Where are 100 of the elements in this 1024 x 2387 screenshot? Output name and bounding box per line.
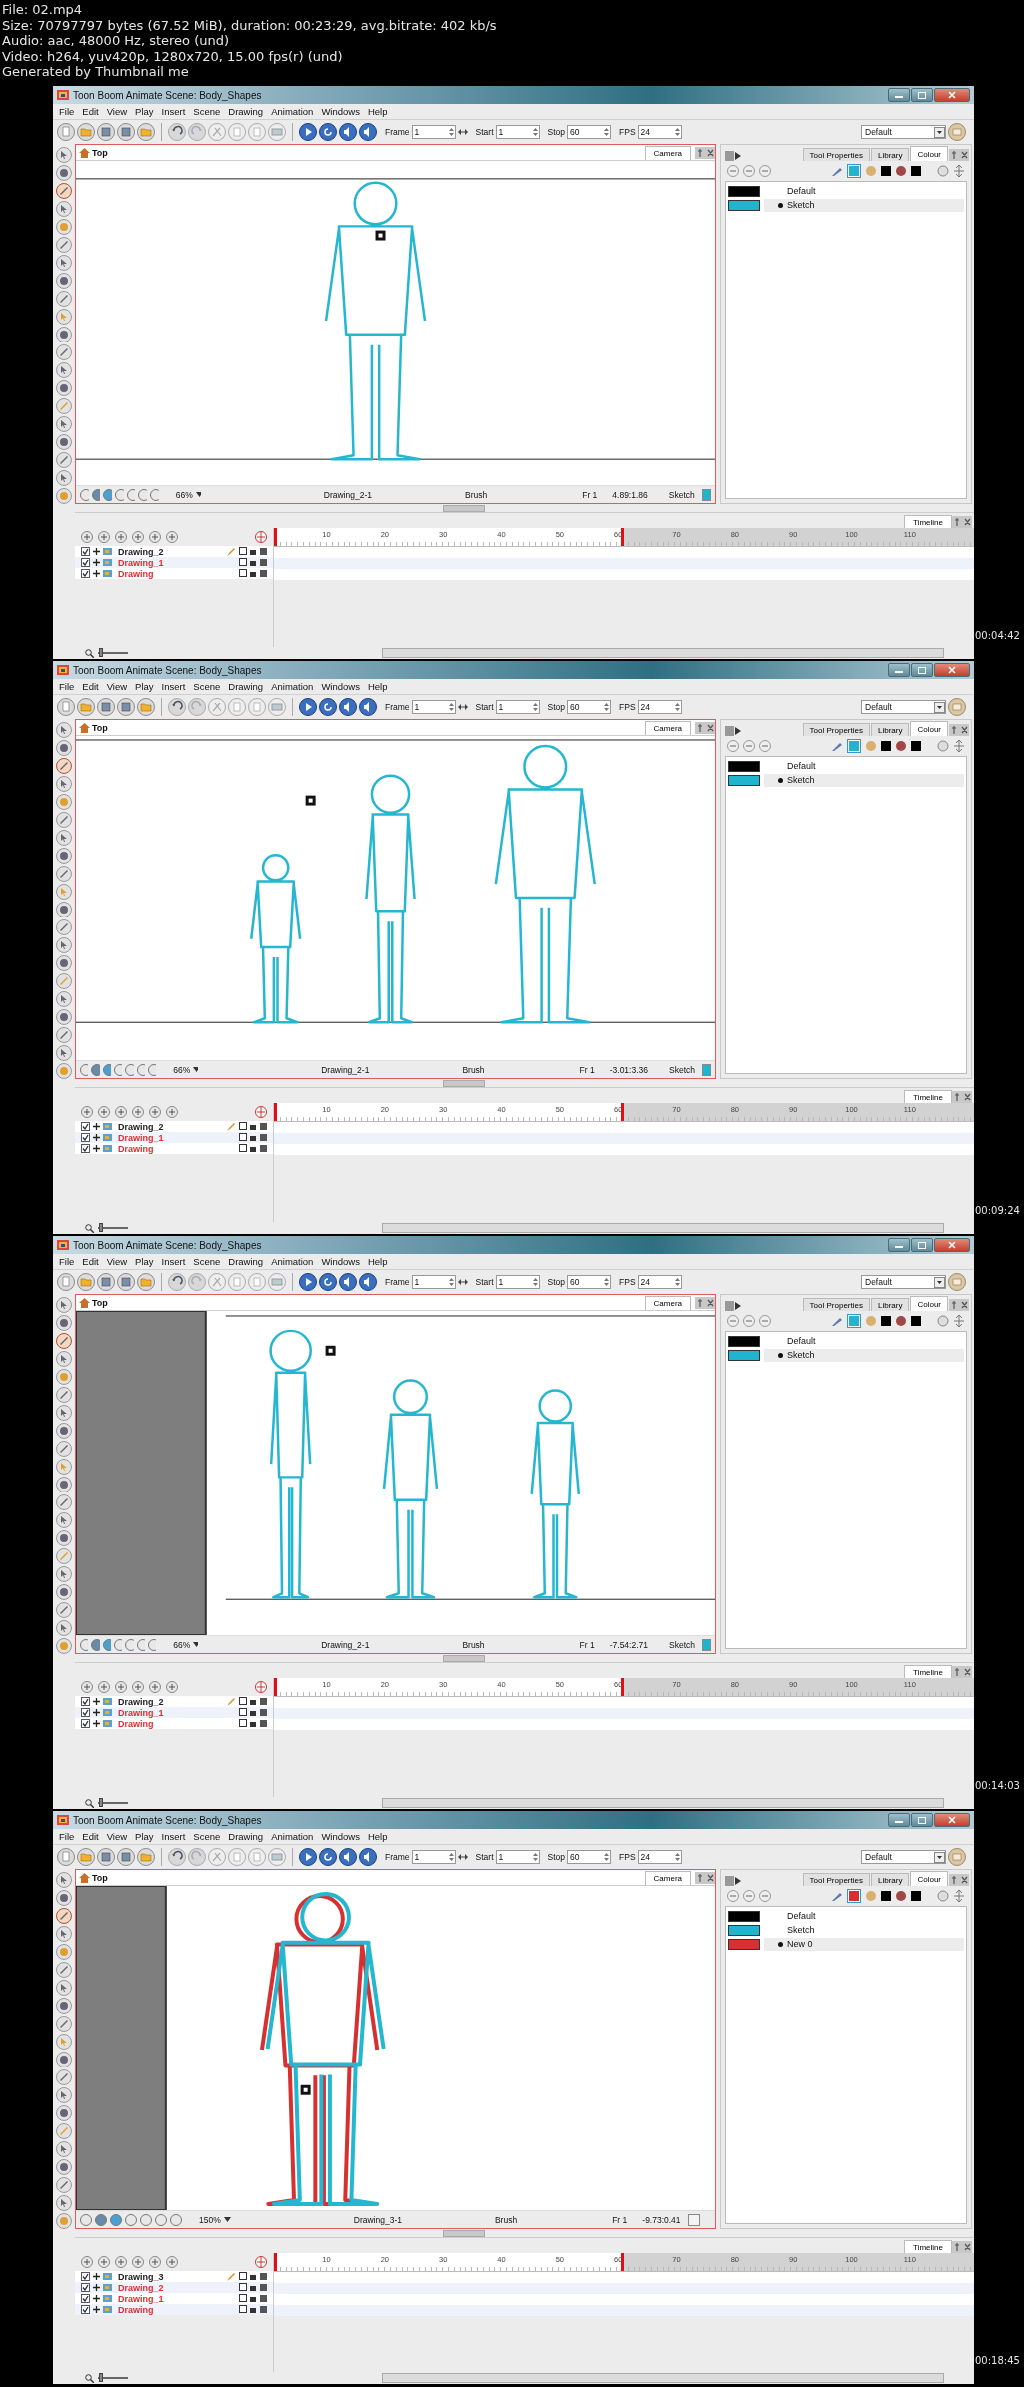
layer-tool-icon[interactable] — [98, 531, 110, 543]
tool-icon[interactable] — [56, 1925, 72, 1942]
home-icon[interactable] — [79, 147, 90, 158]
colour-swatch[interactable] — [728, 1335, 760, 1347]
stop-marker[interactable] — [621, 1103, 625, 1121]
spin-field[interactable]: 24 — [637, 1275, 682, 1289]
colour-swatch[interactable] — [728, 1938, 760, 1950]
spin-field[interactable]: 1 — [411, 125, 456, 139]
folder-icon[interactable] — [77, 123, 95, 141]
tool-icon[interactable] — [56, 1530, 72, 1547]
folder-icon[interactable] — [137, 698, 155, 716]
zoom-level[interactable]: 66% — [173, 1639, 191, 1650]
spinner-arrows-icon[interactable] — [673, 1851, 681, 1863]
speaker-icon[interactable] — [339, 698, 357, 716]
panel-menu-icon[interactable] — [725, 1301, 741, 1311]
layer-options-icon[interactable] — [239, 558, 267, 567]
layer-checkbox[interactable] — [81, 2305, 90, 2314]
colour-action-icon[interactable] — [759, 165, 771, 177]
tool-icon[interactable] — [56, 272, 72, 289]
tool-icon[interactable] — [56, 182, 72, 199]
palette-icon[interactable] — [895, 1315, 907, 1327]
maximize-button[interactable] — [911, 88, 933, 102]
scissors-icon[interactable] — [208, 698, 226, 716]
current-colour-icon[interactable] — [847, 1889, 861, 1903]
layer-checkbox[interactable] — [81, 1708, 90, 1717]
panel-tab[interactable]: Colour — [910, 146, 948, 161]
pin-close-icon[interactable] — [695, 1871, 715, 1884]
copy-icon[interactable] — [228, 1848, 246, 1866]
scroll-bar[interactable] — [382, 648, 944, 658]
scissors-icon[interactable] — [208, 1848, 226, 1866]
menu-item[interactable]: Windows — [317, 1256, 364, 1267]
tool-icon[interactable] — [56, 1889, 72, 1906]
spinner-arrows-icon[interactable] — [447, 1851, 455, 1863]
menu-item[interactable]: Insert — [157, 681, 190, 692]
panel-tab[interactable]: Colour — [910, 1871, 948, 1886]
scissors-icon[interactable] — [208, 1273, 226, 1291]
layer-options-icon[interactable] — [239, 2305, 267, 2314]
playhead-marker[interactable] — [274, 1678, 277, 1696]
tool-icon[interactable] — [56, 1297, 72, 1313]
colour-item[interactable]: New 0 — [764, 1937, 964, 1951]
view-tool-icon[interactable] — [147, 1638, 157, 1651]
play-icon[interactable] — [299, 698, 317, 716]
copy-icon[interactable] — [228, 698, 246, 716]
zoom-slider-thumb[interactable] — [99, 648, 103, 657]
settings-icon[interactable] — [937, 1315, 949, 1327]
tool-icon[interactable] — [56, 1027, 72, 1044]
spinner-arrows-icon[interactable] — [603, 1276, 610, 1288]
tool-icon[interactable] — [56, 1584, 72, 1601]
close-button[interactable] — [934, 88, 970, 102]
close-button[interactable] — [934, 1238, 970, 1252]
tool-icon[interactable] — [56, 2213, 72, 2230]
layer-tool-icon[interactable] — [81, 2256, 93, 2268]
colour-swatch[interactable] — [728, 774, 760, 786]
tool-icon[interactable] — [56, 1476, 72, 1493]
colour-swatch[interactable] — [728, 1349, 760, 1361]
panel-tab[interactable]: Library — [870, 148, 910, 161]
menu-item[interactable]: Animation — [267, 1256, 318, 1267]
colour-action-icon[interactable] — [743, 1315, 755, 1327]
tool-icon[interactable] — [56, 1548, 72, 1565]
spin-field[interactable]: 1 — [411, 700, 456, 714]
home-icon[interactable] — [79, 722, 90, 733]
tool-icon[interactable] — [56, 883, 72, 900]
timeline-tab[interactable]: Timeline — [904, 1090, 952, 1103]
tool-icon[interactable] — [56, 290, 72, 307]
home-icon[interactable] — [79, 1297, 90, 1308]
panel-tab[interactable]: Library — [870, 723, 910, 736]
tool-icon[interactable] — [56, 973, 72, 990]
layer-tool-icon[interactable] — [81, 531, 93, 543]
tool-icon[interactable] — [56, 1512, 72, 1529]
tool-icon[interactable] — [56, 200, 72, 217]
menu-item[interactable]: Help — [363, 1831, 392, 1842]
layer-options-icon[interactable] — [239, 1144, 267, 1153]
copy-icon[interactable] — [228, 1273, 246, 1291]
new-document-icon[interactable] — [57, 1848, 75, 1866]
layer-tool-icon[interactable] — [166, 1106, 178, 1118]
layer-tool-icon[interactable] — [166, 2256, 178, 2268]
maximize-button[interactable] — [911, 1238, 933, 1252]
workspace-dropdown[interactable]: Default — [861, 125, 946, 139]
menu-item[interactable]: Insert — [157, 106, 190, 117]
menu-item[interactable]: Play — [131, 1831, 158, 1842]
colour-action-icon[interactable] — [743, 740, 755, 752]
colour-item[interactable]: Sketch — [764, 773, 964, 787]
spin-field[interactable]: 24 — [637, 125, 682, 139]
view-tab[interactable]: Camera — [644, 1295, 691, 1310]
speaker-icon[interactable] — [339, 1848, 357, 1866]
layer-options-icon[interactable] — [239, 2283, 267, 2292]
tool-icon[interactable] — [56, 1872, 72, 1888]
tool-icon[interactable] — [56, 236, 72, 253]
tool-icon[interactable] — [56, 2105, 72, 2122]
colour-item[interactable]: Default — [764, 759, 964, 773]
breadcrumb[interactable]: Top — [92, 1297, 108, 1308]
copy-icon[interactable] — [228, 123, 246, 141]
view-tool-icon[interactable] — [114, 1063, 123, 1076]
save-icon[interactable] — [97, 123, 115, 141]
view-tab[interactable]: Camera — [644, 1870, 691, 1885]
colour-swatch[interactable] — [728, 199, 760, 211]
speaker-icon[interactable] — [339, 1273, 357, 1291]
pin-close-icon[interactable] — [695, 146, 715, 159]
stop-marker[interactable] — [621, 1678, 625, 1696]
spin-field[interactable]: 24 — [637, 700, 682, 714]
